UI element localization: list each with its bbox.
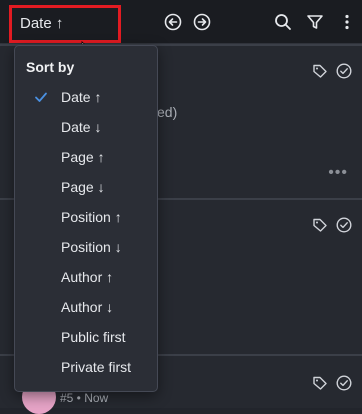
sort-option-label: Position ↑ bbox=[61, 209, 122, 225]
sort-option-label: Position ↓ bbox=[61, 239, 122, 255]
more-vertical-icon[interactable] bbox=[338, 13, 356, 31]
tag-icon[interactable] bbox=[312, 63, 328, 79]
sort-option[interactable]: Page ↓ bbox=[15, 172, 157, 202]
sort-option[interactable]: Page ↑ bbox=[15, 142, 157, 172]
card-actions bbox=[312, 63, 352, 79]
filter-icon[interactable] bbox=[306, 13, 324, 31]
arrow-left-circle-icon[interactable] bbox=[164, 13, 182, 31]
sort-option[interactable]: Author ↑ bbox=[15, 262, 157, 292]
sort-option[interactable]: Private first bbox=[15, 352, 157, 382]
check-circle-icon[interactable] bbox=[336, 63, 352, 79]
toolbar: Date ↑ bbox=[0, 0, 362, 44]
sort-option-label: Page ↓ bbox=[61, 179, 105, 195]
checkmark-icon bbox=[35, 92, 47, 102]
sort-option[interactable]: Author ↓ bbox=[15, 292, 157, 322]
sort-option-label: Public first bbox=[61, 329, 126, 345]
sort-option-label: Date ↓ bbox=[61, 119, 102, 135]
sort-option-label: Author ↑ bbox=[61, 269, 114, 285]
tag-icon[interactable] bbox=[312, 375, 328, 391]
sort-option[interactable]: Public first bbox=[15, 322, 157, 352]
sort-menu-title: Sort by bbox=[26, 59, 75, 75]
sort-option-label: Page ↑ bbox=[61, 149, 105, 165]
sort-option[interactable]: Date ↑ bbox=[15, 82, 157, 112]
sort-menu: Sort by Date ↑ Date ↓ Page ↑ Page ↓ Posi… bbox=[14, 45, 158, 392]
card-actions bbox=[312, 375, 352, 391]
search-icon[interactable] bbox=[274, 13, 292, 31]
sort-option-label: Author ↓ bbox=[61, 299, 114, 315]
sort-button[interactable]: Date ↑ bbox=[9, 5, 121, 43]
card-actions bbox=[312, 217, 352, 233]
sort-option-label: Date ↑ bbox=[61, 89, 102, 105]
sort-option[interactable]: Date ↓ bbox=[15, 112, 157, 142]
sort-option[interactable]: Position ↑ bbox=[15, 202, 157, 232]
more-horizontal-icon[interactable]: ••• bbox=[328, 164, 348, 182]
tag-icon[interactable] bbox=[312, 217, 328, 233]
check-circle-icon[interactable] bbox=[336, 375, 352, 391]
sort-option-label: Private first bbox=[61, 359, 132, 375]
card-meta: #5 • Now bbox=[60, 391, 109, 405]
arrow-right-circle-icon[interactable] bbox=[193, 13, 211, 31]
check-circle-icon[interactable] bbox=[336, 217, 352, 233]
sort-option[interactable]: Position ↓ bbox=[15, 232, 157, 262]
